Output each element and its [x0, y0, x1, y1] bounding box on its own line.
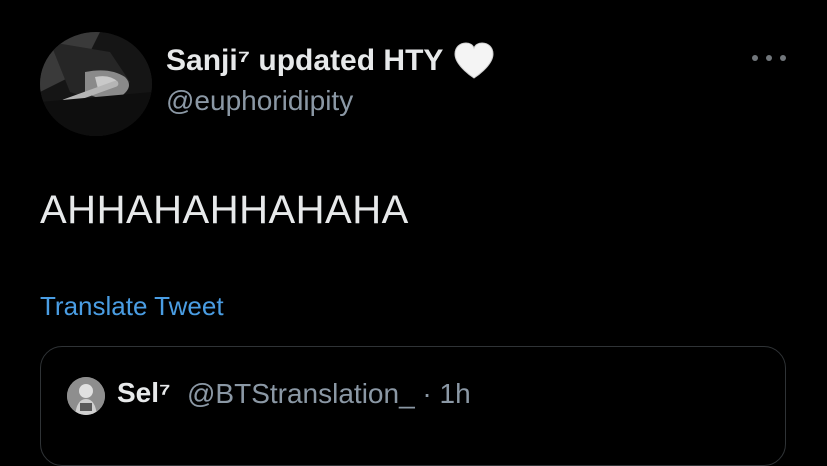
quoted-avatar-image — [67, 377, 105, 415]
author-display-name[interactable]: Sanji⁷ updated HTY — [166, 42, 495, 80]
translate-tweet-link[interactable]: Translate Tweet — [40, 291, 224, 322]
author-avatar[interactable] — [40, 32, 152, 136]
more-options-icon[interactable] — [752, 48, 786, 68]
author-handle[interactable]: @euphoridipity — [166, 85, 353, 117]
quoted-author-name: Sel⁷ — [117, 377, 171, 408]
quoted-author-avatar — [67, 377, 105, 415]
more-dot — [752, 55, 758, 61]
quoted-author-handle-time: @BTStranslation_ · 1h — [187, 378, 471, 409]
author-name-text: Sanji⁷ updated HTY — [166, 44, 444, 77]
tweet-text: AHHAHAHHAHAHA — [40, 188, 409, 232]
white-heart-icon — [453, 42, 495, 80]
avatar-image — [40, 32, 152, 136]
more-dot — [780, 55, 786, 61]
quoted-tweet-card[interactable]: Sel⁷ @BTStranslation_ · 1h — [40, 346, 786, 466]
more-dot — [766, 55, 772, 61]
